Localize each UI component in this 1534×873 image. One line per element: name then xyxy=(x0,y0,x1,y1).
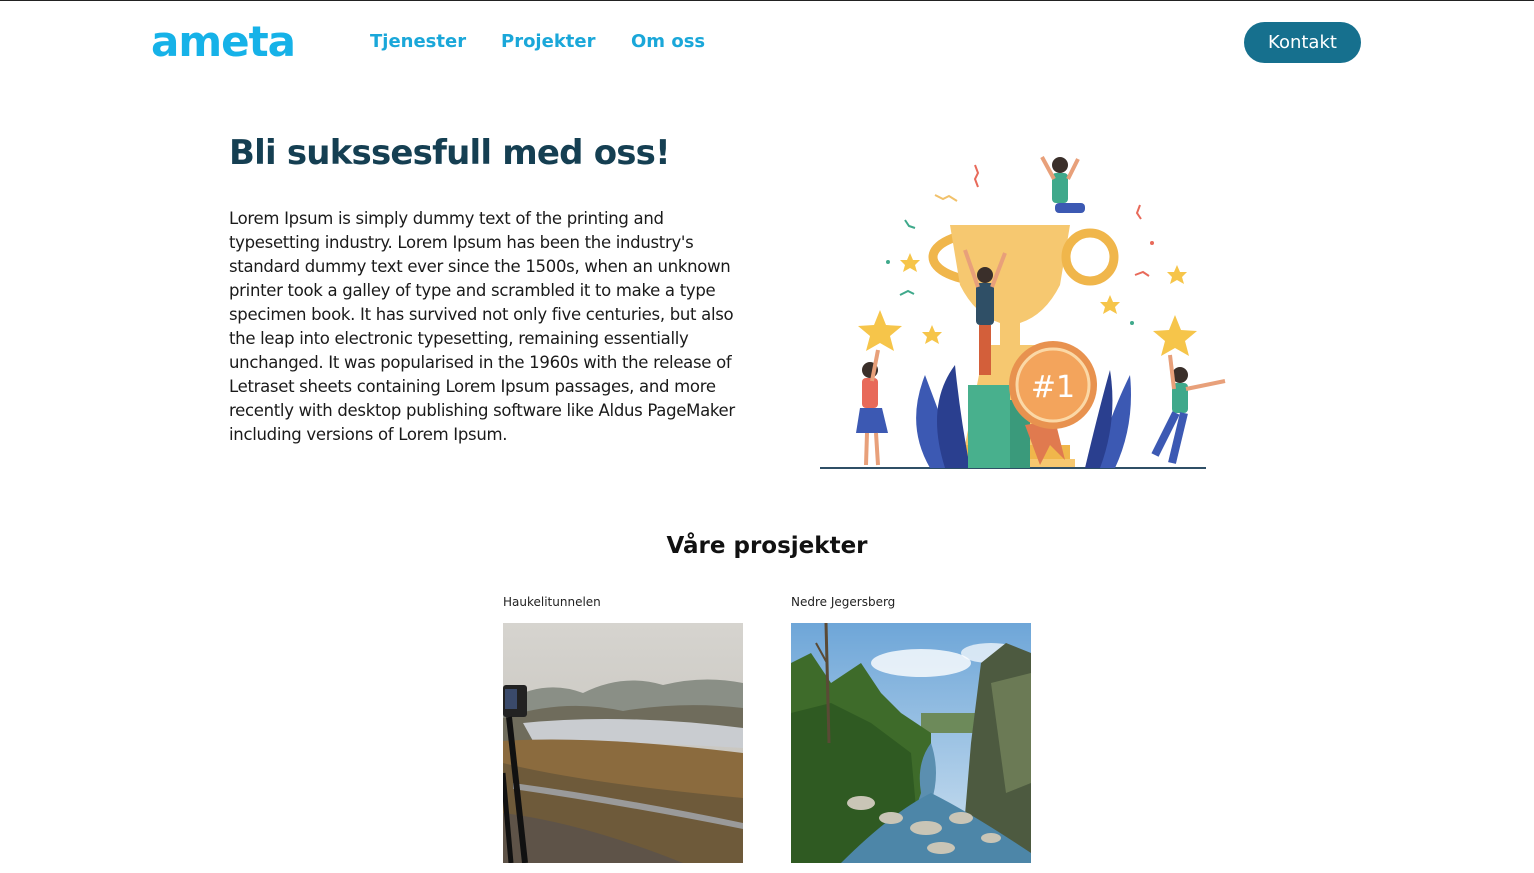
contact-button[interactable]: Kontakt xyxy=(1244,22,1361,63)
ameta-logo[interactable]: ameta xyxy=(151,17,296,66)
project-image-nedre-jegersberg[interactable] xyxy=(791,623,1031,863)
project-name: Nedre Jegersberg xyxy=(791,595,896,609)
hero-paragraph: Lorem Ipsum is simply dummy text of the … xyxy=(229,209,735,444)
hero-title: Bli sukssesfull med oss! xyxy=(229,133,671,173)
person-left xyxy=(856,349,888,466)
project-name: Haukelitunnelen xyxy=(503,595,601,609)
nav-link-om-oss[interactable]: Om oss xyxy=(631,31,705,52)
project-card-haukelitunnelen[interactable]: Haukelitunnelen xyxy=(503,594,743,863)
person-on-trophy xyxy=(1040,156,1085,213)
nav-link-tjenester[interactable]: Tjenester xyxy=(370,31,466,52)
project-card-nedre-jegersberg[interactable]: Nedre Jegersberg xyxy=(791,594,1031,863)
logo-text: ameta xyxy=(151,17,296,66)
projects-section-title: Våre prosjekter xyxy=(666,533,868,559)
trophy-celebration-illustration: #1 xyxy=(820,156,1226,469)
nav-link-projekter[interactable]: Projekter xyxy=(501,31,595,52)
project-image-haukelitunnelen[interactable] xyxy=(503,623,743,863)
person-right xyxy=(1151,354,1226,464)
podium-block xyxy=(968,385,1010,468)
svg-text:#1: #1 xyxy=(1031,370,1075,405)
top-border xyxy=(0,0,1534,1)
